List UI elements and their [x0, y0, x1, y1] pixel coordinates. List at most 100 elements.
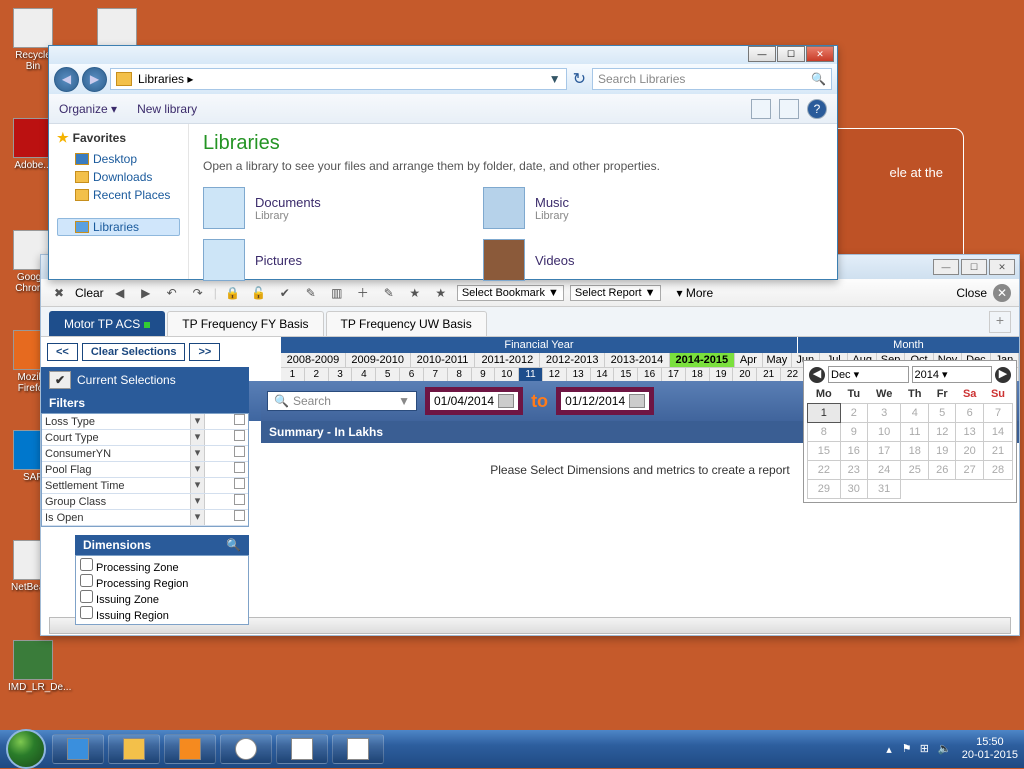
- filter-row[interactable]: Is Open▾: [42, 510, 248, 526]
- clear-icon[interactable]: ✖: [49, 283, 69, 303]
- day-cell[interactable]: 19: [710, 368, 734, 381]
- calendar-day[interactable]: 30: [840, 480, 867, 499]
- day-cell[interactable]: 5: [376, 368, 400, 381]
- calendar-day[interactable]: 7: [984, 404, 1013, 423]
- calendar-day[interactable]: 25: [901, 461, 929, 480]
- filter-row[interactable]: Court Type▾: [42, 430, 248, 446]
- tab-motor-tp-acs[interactable]: Motor TP ACS: [49, 311, 165, 336]
- nav-back-button[interactable]: ◀: [54, 67, 79, 92]
- volume-icon[interactable]: 🔈: [938, 742, 952, 756]
- close-label[interactable]: Close: [956, 286, 987, 300]
- filter-row[interactable]: Pool Flag▾: [42, 462, 248, 478]
- calendar-day[interactable]: 4: [901, 404, 929, 423]
- dimension-item[interactable]: Issuing Region: [80, 606, 244, 622]
- close-button[interactable]: ✕: [806, 46, 834, 62]
- search-icon[interactable]: 🔍: [226, 538, 241, 552]
- calendar-icon[interactable]: [498, 394, 514, 408]
- cal-year-select[interactable]: 2014 ▾: [912, 366, 993, 383]
- clear-label[interactable]: Clear: [75, 286, 104, 300]
- network-icon[interactable]: ⊞: [920, 742, 934, 756]
- cal-next-button[interactable]: ▶: [995, 367, 1011, 383]
- clock[interactable]: 15:50 20-01-2015: [962, 736, 1018, 762]
- filter-row[interactable]: Group Class▾: [42, 494, 248, 510]
- filter-row[interactable]: Settlement Time▾: [42, 478, 248, 494]
- tray-expand-icon[interactable]: ▴: [886, 743, 892, 756]
- calendar-day[interactable]: 14: [984, 423, 1013, 442]
- day-cell[interactable]: 13: [567, 368, 591, 381]
- calendar-day[interactable]: 27: [956, 461, 984, 480]
- calendar-day[interactable]: 15: [808, 442, 841, 461]
- taskbar-app1[interactable]: [276, 734, 328, 764]
- clear-selections-button[interactable]: Clear Selections: [82, 343, 186, 361]
- view-icon[interactable]: [751, 99, 771, 119]
- undo-icon[interactable]: ↶: [162, 283, 182, 303]
- next-button[interactable]: >>: [189, 343, 220, 361]
- sidebar-item-desktop[interactable]: Desktop: [57, 150, 180, 168]
- dimension-item[interactable]: Processing Zone: [80, 558, 244, 574]
- close-x-icon[interactable]: ✕: [993, 284, 1011, 302]
- year-cell[interactable]: 2009-2010: [346, 353, 411, 367]
- edit-icon[interactable]: ✎: [301, 283, 321, 303]
- year-cell[interactable]: 2012-2013: [540, 353, 605, 367]
- date-to-input[interactable]: 01/12/2014: [556, 387, 654, 415]
- year-cell[interactable]: 2013-2014: [605, 353, 670, 367]
- app-maximize-button[interactable]: ☐: [961, 259, 987, 275]
- year-cell[interactable]: 2011-2012: [475, 353, 540, 367]
- maximize-button[interactable]: ☐: [777, 46, 805, 62]
- calendar-day[interactable]: 24: [867, 461, 901, 480]
- calendar-day[interactable]: 10: [867, 423, 901, 442]
- taskbar-explorer[interactable]: [108, 734, 160, 764]
- breadcrumb[interactable]: Libraries ▸▼: [110, 68, 567, 90]
- filter-row[interactable]: ConsumerYN▾: [42, 446, 248, 462]
- new-library-button[interactable]: New library: [137, 102, 197, 116]
- sidebar-item-downloads[interactable]: Downloads: [57, 168, 180, 186]
- calendar-day[interactable]: 31: [867, 480, 901, 499]
- start-button[interactable]: [6, 729, 46, 769]
- calendar-day[interactable]: 5: [929, 404, 956, 423]
- dimension-item[interactable]: Issuing Zone: [80, 590, 244, 606]
- month-cell[interactable]: May: [763, 353, 791, 367]
- organize-menu[interactable]: Organize ▾: [59, 102, 117, 116]
- day-cell[interactable]: 7: [424, 368, 448, 381]
- star-add-icon[interactable]: ★: [405, 283, 425, 303]
- help-icon[interactable]: ?: [807, 99, 827, 119]
- calendar-day[interactable]: 29: [808, 480, 841, 499]
- year-cell[interactable]: 2014-2015: [670, 353, 735, 367]
- library-pictures[interactable]: Pictures: [203, 239, 433, 281]
- unlock-icon[interactable]: 🔓: [249, 283, 269, 303]
- month-cell[interactable]: Apr: [735, 353, 763, 367]
- preview-pane-icon[interactable]: [779, 99, 799, 119]
- calendar-day[interactable]: 12: [929, 423, 956, 442]
- day-cell[interactable]: 1: [281, 368, 305, 381]
- day-cell[interactable]: 16: [638, 368, 662, 381]
- minimize-button[interactable]: —: [748, 46, 776, 62]
- tab-tp-freq-uw[interactable]: TP Frequency UW Basis: [326, 311, 487, 336]
- flag-icon[interactable]: ⚑: [902, 742, 916, 756]
- plus-icon[interactable]: ＋: [353, 283, 373, 303]
- calendar-day[interactable]: 6: [956, 404, 984, 423]
- app-minimize-button[interactable]: —: [933, 259, 959, 275]
- day-cell[interactable]: 17: [662, 368, 686, 381]
- calendar-day[interactable]: 11: [901, 423, 929, 442]
- nav-forward-button[interactable]: ▶: [82, 67, 107, 92]
- day-cell[interactable]: 14: [591, 368, 615, 381]
- day-cell[interactable]: 20: [733, 368, 757, 381]
- favorites-header[interactable]: ★Favorites: [57, 130, 180, 146]
- search-input[interactable]: 🔍Search▼: [267, 391, 417, 411]
- day-cell[interactable]: 3: [329, 368, 353, 381]
- library-videos[interactable]: Videos: [483, 239, 713, 281]
- desktop-icon[interactable]: [92, 8, 142, 50]
- year-cell[interactable]: 2008-2009: [281, 353, 346, 367]
- calendar-day[interactable]: 1: [808, 404, 841, 423]
- check-icon[interactable]: ✔: [275, 283, 295, 303]
- day-cell[interactable]: 8: [448, 368, 472, 381]
- filter-row[interactable]: Loss Type▾: [42, 414, 248, 430]
- calendar-day[interactable]: 9: [840, 423, 867, 442]
- cal-prev-button[interactable]: ◀: [809, 367, 825, 383]
- cal-month-select[interactable]: Dec ▾: [828, 366, 909, 383]
- day-cell[interactable]: 21: [757, 368, 781, 381]
- year-cell[interactable]: 2010-2011: [411, 353, 476, 367]
- desktop-icon-imd-lr[interactable]: IMD_LR_De...: [8, 640, 58, 693]
- day-cell[interactable]: 9: [472, 368, 496, 381]
- add-tab-button[interactable]: +: [989, 311, 1011, 333]
